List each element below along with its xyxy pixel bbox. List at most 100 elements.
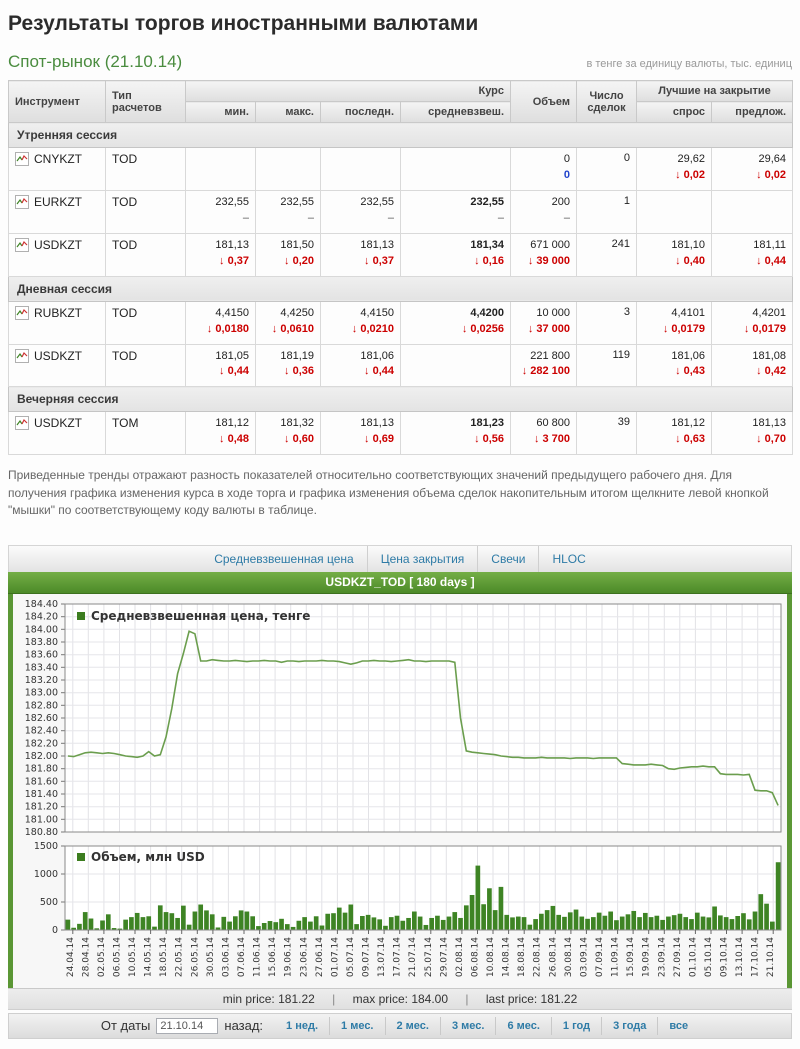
settlement-type-cell: TOD — [106, 148, 186, 191]
chart-tabbar: Средневзвешенная ценаЦена закрытияСвечиH… — [8, 545, 792, 572]
svg-text:09.10.14: 09.10.14 — [720, 937, 730, 977]
svg-text:02.08.14: 02.08.14 — [455, 937, 465, 977]
cell-change-down: ↓ 0,48 — [192, 432, 249, 448]
period-button-2[interactable]: 1 мес. — [329, 1017, 384, 1035]
cell-change-none: – — [192, 211, 249, 227]
instrument-code[interactable]: CNYKZT — [34, 152, 82, 166]
svg-text:27.06.14: 27.06.14 — [315, 937, 325, 977]
trend-footnote: Приведенные тренды отражают разность пок… — [8, 467, 792, 519]
cell-change-down: ↓ 37 000 — [517, 322, 570, 338]
cell-change-down: ↓ 0,44 — [192, 364, 249, 380]
cell-value: 181,10 — [643, 238, 705, 254]
svg-text:181.20: 181.20 — [25, 802, 58, 813]
chart-tab-1[interactable]: Средневзвешенная цена — [201, 546, 366, 572]
cell-change-down: ↓ 0,16 — [407, 254, 504, 270]
cell-change-down: ↓ 0,0210 — [327, 322, 394, 338]
cell-value: 181,11 — [718, 238, 786, 254]
svg-text:07.06.14: 07.06.14 — [237, 937, 247, 977]
chart-body: 184.40184.20184.00183.80183.60183.40183.… — [8, 594, 792, 988]
session-name: Дневная сессия — [9, 276, 793, 301]
cell-change-down: ↓ 0,44 — [327, 364, 394, 380]
period-button-6[interactable]: 1 год — [551, 1017, 601, 1035]
instrument-cell[interactable]: CNYKZT — [9, 148, 106, 191]
cell-value: 4,4101 — [643, 306, 705, 322]
deals-cell: 1 — [577, 190, 637, 233]
back-label: назад: — [224, 1018, 263, 1033]
cell-value: 4,4150 — [327, 306, 394, 322]
instrument-code[interactable]: USDKZT — [34, 238, 82, 252]
svg-text:183.40: 183.40 — [25, 663, 58, 674]
volume-cell: 221 800↓ 282 100 — [511, 344, 577, 387]
svg-text:28.04.14: 28.04.14 — [81, 937, 91, 977]
period-button-4[interactable]: 3 мес. — [440, 1017, 495, 1035]
min-cell: 4,4150↓ 0,0180 — [186, 301, 256, 344]
max-cell: 4,4250↓ 0,0610 — [256, 301, 321, 344]
instrument-cell[interactable]: USDKZT — [9, 344, 106, 387]
period-button-7[interactable]: 3 года — [601, 1017, 657, 1035]
cell-value: 181,19 — [262, 349, 314, 365]
svg-text:25.07.14: 25.07.14 — [424, 937, 434, 977]
period-button-8[interactable]: все — [657, 1017, 699, 1035]
table-row: USDKZTTOD181,05↓ 0,44181,19↓ 0,36181,06↓… — [9, 344, 793, 387]
chart-tab-2[interactable]: Цена закрытия — [367, 546, 478, 572]
instrument-cell[interactable]: RUBKZT — [9, 301, 106, 344]
min-price-label: min price: — [223, 992, 275, 1006]
session-header-row: Вечерняя сессия — [9, 387, 793, 412]
last-cell: 181,13↓ 0,69 — [321, 412, 401, 455]
instrument-cell[interactable]: USDKZT — [9, 233, 106, 276]
svg-text:09.07.14: 09.07.14 — [362, 937, 372, 977]
instrument-code[interactable]: RUBKZT — [34, 306, 82, 320]
svg-text:181.60: 181.60 — [25, 777, 58, 788]
bid-cell: 181,12↓ 0,63 — [637, 412, 712, 455]
ask-cell: 181,08↓ 0,42 — [712, 344, 793, 387]
deals-cell: 0 — [577, 148, 637, 191]
cell-value: 671 000 — [517, 238, 570, 254]
period-buttons: 1 нед.1 мес.2 мес.3 мес.6 мес.1 год3 год… — [275, 1017, 699, 1035]
svg-text:21.07.14: 21.07.14 — [408, 937, 418, 977]
cell-change-down: ↓ 0,60 — [262, 432, 314, 448]
cell-value: 29,64 — [718, 152, 786, 168]
instrument-code[interactable]: USDKZT — [34, 416, 82, 430]
svg-text:183.20: 183.20 — [25, 675, 58, 686]
svg-text:500: 500 — [40, 897, 58, 908]
period-button-1[interactable]: 1 нед. — [275, 1017, 329, 1035]
instrument-code[interactable]: USDKZT — [34, 349, 82, 363]
svg-text:14.08.14: 14.08.14 — [502, 937, 512, 977]
deals-cell: 119 — [577, 344, 637, 387]
cell-value: 181,50 — [262, 238, 314, 254]
svg-text:184.40: 184.40 — [25, 599, 58, 610]
svg-text:184.00: 184.00 — [25, 625, 58, 636]
svg-text:26.05.14: 26.05.14 — [190, 937, 200, 977]
chart-tab-4[interactable]: HLOC — [538, 546, 598, 572]
session-header-row: Утренняя сессия — [9, 123, 793, 148]
min-cell: 181,05↓ 0,44 — [186, 344, 256, 387]
col-header-min: мин. — [186, 102, 256, 123]
quotes-table: Инструмент Тип расчетов Курс Объем Число… — [8, 80, 793, 455]
col-header-deals: Число сделок — [577, 81, 637, 123]
last-cell — [321, 148, 401, 191]
svg-text:06.08.14: 06.08.14 — [471, 937, 481, 977]
max-cell — [256, 148, 321, 191]
cell-change-down: ↓ 0,37 — [192, 254, 249, 270]
instrument-cell[interactable]: EURKZT — [9, 190, 106, 233]
cell-value: 181,23 — [407, 416, 504, 432]
cell-value: 10 000 — [517, 306, 570, 322]
period-button-5[interactable]: 6 мес. — [495, 1017, 550, 1035]
svg-text:14.05.14: 14.05.14 — [144, 937, 154, 977]
period-button-3[interactable]: 2 мес. — [385, 1017, 440, 1035]
last-cell: 4,4150↓ 0,0210 — [321, 301, 401, 344]
sparkline-icon — [15, 306, 29, 320]
page-title: Результаты торгов иностранными валютами — [8, 12, 792, 36]
last-cell: 181,13↓ 0,37 — [321, 233, 401, 276]
instrument-cell[interactable]: USDKZT — [9, 412, 106, 455]
chart-tab-3[interactable]: Свечи — [477, 546, 538, 572]
svg-text:13.07.14: 13.07.14 — [377, 937, 387, 977]
from-date-input[interactable] — [156, 1018, 218, 1034]
chart-footer-bar: От даты назад: 1 нед.1 мес.2 мес.3 мес.6… — [8, 1013, 792, 1039]
cell-value: 200 — [517, 195, 570, 211]
col-header-volume: Объем — [511, 81, 577, 123]
session-header-row: Дневная сессия — [9, 276, 793, 301]
unit-note: в тенге за единицу валюты, тыс. единиц — [586, 58, 792, 72]
instrument-code[interactable]: EURKZT — [34, 195, 82, 209]
min-price-value: 181.22 — [278, 992, 315, 1006]
